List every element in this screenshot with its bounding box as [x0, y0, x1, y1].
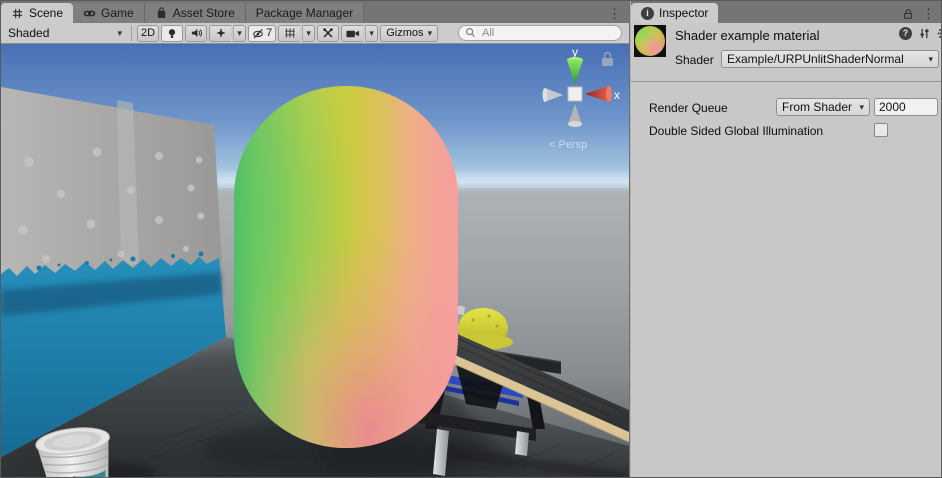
info-icon: i — [641, 7, 654, 20]
panel-menu-icon[interactable]: ⋮ — [922, 7, 935, 20]
gamepad-icon — [83, 7, 96, 20]
chevron-down-icon: ▾ — [369, 29, 374, 38]
draw-mode-label: Shaded — [8, 26, 49, 40]
scene-search-field[interactable] — [458, 25, 622, 41]
effects-toggle-button[interactable] — [209, 25, 231, 42]
toolbar-separator — [131, 26, 132, 41]
camera-icon — [346, 28, 360, 39]
help-icon[interactable]: ? — [899, 27, 912, 40]
chevron-down-icon: ▾ — [117, 29, 122, 38]
tab-asset-store[interactable]: Asset Store — [145, 3, 246, 23]
search-input[interactable] — [480, 26, 615, 40]
effects-dropdown[interactable]: ▾ — [233, 25, 246, 42]
scene-toolbar: Shaded ▾ 2D ▾ — [1, 23, 629, 44]
material-preview-sphere — [635, 26, 665, 56]
inspector-tabstrip: i Inspector ⋮ — [631, 1, 942, 23]
chevron-down-icon: ▾ — [928, 55, 933, 64]
component-tools-button[interactable] — [317, 25, 339, 42]
capsule-normal-shader[interactable] — [234, 86, 458, 448]
double-sided-gi-label: Double Sided Global Illumination — [649, 124, 823, 138]
camera-dropdown[interactable]: ▾ — [365, 25, 378, 42]
double-sided-gi-checkbox[interactable] — [874, 123, 888, 137]
render-queue-value-field[interactable] — [874, 98, 938, 116]
y-axis-label: y — [572, 45, 578, 59]
lighting-toggle-button[interactable] — [161, 25, 183, 42]
sparkle-icon — [215, 27, 227, 39]
x-axis-label: x — [614, 88, 620, 102]
hidden-count-label: 7 — [266, 27, 272, 39]
inspector-panel: i Inspector ⋮ Shader example material ? — [631, 1, 942, 477]
toggle-2d-button[interactable]: 2D — [137, 25, 159, 42]
minus-x-cone-base — [543, 88, 548, 102]
shader-dropdown[interactable]: Example/URPUnlitShaderNormal ▾ — [721, 50, 939, 68]
camera-settings-button[interactable] — [341, 25, 363, 42]
grid-dropdown[interactable]: ▾ — [302, 25, 315, 42]
chevron-down-icon: ▾ — [237, 29, 242, 38]
eye-slash-icon — [252, 27, 265, 40]
scene-tabstrip: Scene Game Asset Store Package Manager ⋮ — [1, 1, 629, 23]
tab-package-manager[interactable]: Package Manager — [246, 3, 364, 23]
chevron-down-icon: ▾ — [859, 103, 864, 112]
render-queue-dropdown[interactable]: From Shader ▾ — [776, 98, 870, 116]
bench-front-leg-right — [515, 431, 529, 456]
scene-panel: Scene Game Asset Store Package Manager ⋮ — [1, 1, 629, 477]
shopping-bag-icon — [155, 7, 168, 20]
grid-icon — [284, 27, 296, 39]
grid-visibility-button[interactable] — [278, 25, 300, 42]
panel-menu-icon[interactable]: ⋮ — [608, 7, 621, 20]
shader-label: Shader — [675, 53, 714, 67]
speaker-icon — [190, 27, 203, 39]
material-title: Shader example material — [675, 28, 820, 43]
tab-label: Package Manager — [256, 6, 353, 20]
scene-viewport[interactable]: y x < Persp — [1, 44, 629, 477]
unity-editor-window: Scene Game Asset Store Package Manager ⋮ — [0, 0, 942, 478]
perspective-label[interactable]: < Persp — [549, 139, 587, 151]
tab-label: Asset Store — [173, 6, 235, 20]
presets-icon[interactable] — [918, 27, 931, 40]
scene-visibility-button[interactable]: 7 — [248, 25, 276, 42]
shader-value: Example/URPUnlitShaderNormal — [727, 52, 904, 66]
tab-label: Scene — [29, 6, 63, 20]
render-queue-mode: From Shader — [782, 100, 852, 114]
audio-toggle-button[interactable] — [185, 25, 207, 42]
search-icon — [465, 27, 477, 39]
lightbulb-icon — [166, 27, 178, 40]
z-cone-base — [568, 121, 582, 127]
tab-game[interactable]: Game — [73, 3, 145, 23]
tab-label: Game — [101, 6, 134, 20]
gizmo-center-cube[interactable] — [568, 87, 582, 101]
gizmos-dropdown[interactable]: Gizmos ▾ — [380, 25, 438, 42]
chevron-down-icon: ▾ — [306, 29, 311, 38]
tab-inspector[interactable]: i Inspector — [631, 3, 718, 23]
tab-scene[interactable]: Scene — [1, 3, 73, 23]
draw-mode-dropdown[interactable]: Shaded ▾ — [4, 25, 126, 42]
grid-icon — [11, 7, 24, 20]
gear-icon[interactable] — [937, 27, 942, 40]
crossed-tools-icon — [322, 27, 334, 39]
chevron-down-icon: ▾ — [428, 29, 433, 38]
material-preview-tile[interactable] — [634, 25, 666, 57]
x-axis-cone-base — [606, 86, 612, 102]
gizmos-label: Gizmos — [386, 27, 423, 39]
tab-label: Inspector — [659, 6, 708, 20]
section-separator — [631, 81, 942, 82]
render-queue-label: Render Queue — [649, 101, 728, 115]
lock-icon[interactable] — [902, 7, 914, 20]
